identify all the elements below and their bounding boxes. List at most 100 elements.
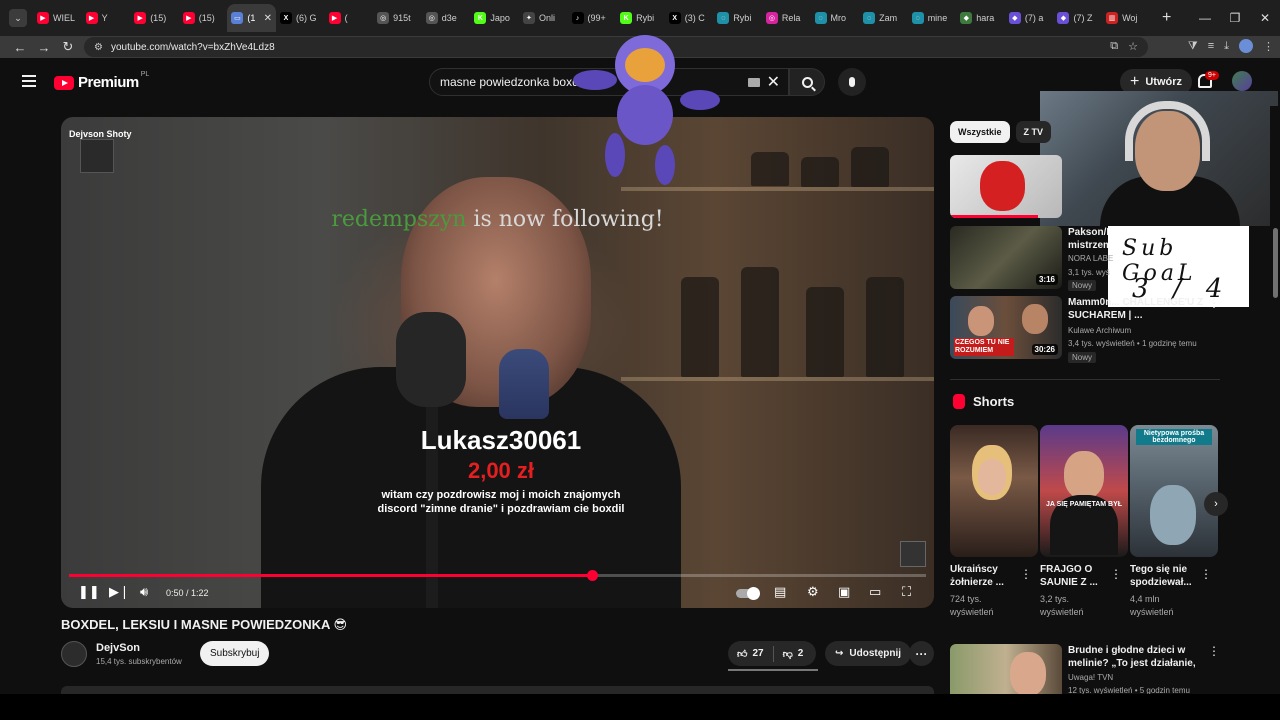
scrollbar-thumb[interactable] — [1273, 228, 1278, 298]
browser-tab[interactable]: ◌ Mro — [811, 4, 860, 32]
extensions-icon[interactable]: ⧩ — [1188, 40, 1198, 53]
short-thumbnail[interactable]: JA SIĘ PAMIĘTAM BYŁ — [1040, 425, 1128, 557]
new-tab-button[interactable]: + — [1157, 9, 1177, 27]
browser-tab[interactable]: ▶ WIEL — [33, 4, 82, 32]
like-button[interactable]: 👍︎ 27 — [728, 641, 773, 666]
follow-alert: redempszyn is now following! — [61, 207, 934, 232]
recommendation-item[interactable] — [950, 155, 1220, 220]
more-actions-button[interactable]: ··· — [909, 641, 934, 666]
more-options-icon[interactable]: ⋮ — [1208, 644, 1220, 658]
video-player[interactable]: Dejvson Shoty redempszyn is now followin… — [61, 117, 934, 608]
browser-tab[interactable]: ◌ Zam — [859, 4, 908, 32]
plus-icon: + — [1130, 73, 1140, 90]
site-info-icon[interactable]: ⚙ — [94, 42, 103, 53]
description-box[interactable] — [61, 686, 934, 694]
settings-gear-icon[interactable]: ⚙ — [807, 584, 819, 600]
miniplayer-icon[interactable]: ▣ — [838, 584, 850, 600]
restore-icon[interactable]: ❐ — [1220, 11, 1250, 25]
video-branding-watermark[interactable] — [900, 541, 926, 567]
background-jar — [751, 152, 789, 186]
browser-tab[interactable]: ◎ Rela — [762, 4, 811, 32]
browser-tab[interactable]: ◆ hara — [956, 4, 1005, 32]
subscribe-button[interactable]: Subskrybuj — [200, 641, 270, 666]
browser-tab[interactable]: ▶ (15) — [130, 4, 179, 32]
recommendation-item[interactable]: CZEGOS TU NIE ROZUMIEM 30:26 Mamm0n... C… — [950, 296, 1220, 363]
close-tab-icon[interactable]: ✕ — [264, 13, 272, 24]
dislike-count: 2 — [797, 648, 804, 659]
video-thumbnail[interactable] — [950, 155, 1062, 218]
video-title: BOXDEL, LEKSIU I MASNE POWIEDZONKA 😎 — [61, 617, 348, 632]
page-scrollbar[interactable] — [1270, 106, 1280, 694]
downloads-icon[interactable]: ⤓ — [1224, 40, 1229, 53]
video-thumbnail[interactable]: 3:16 — [950, 226, 1062, 289]
youtube-logo[interactable]: Premium PL — [54, 71, 149, 91]
short-thumbnail[interactable]: Nietypowa prośba bezdomnego — [1130, 425, 1218, 557]
browser-tab[interactable]: X (6) G — [276, 4, 325, 32]
shorts-next-button[interactable]: › — [1204, 492, 1228, 516]
media-controls-icon[interactable]: ≡ — [1208, 40, 1214, 52]
keyboard-icon[interactable] — [748, 78, 760, 87]
guide-menu-icon[interactable] — [22, 75, 36, 87]
video-thumbnail[interactable]: CZEGOS TU NIE ROZUMIEM 30:26 — [950, 296, 1062, 359]
volume-icon[interactable]: 🔊︎ — [140, 584, 148, 600]
browser-tab[interactable]: ▶ (15) — [179, 4, 228, 32]
cast-icon[interactable]: ⧉ — [1110, 40, 1118, 53]
account-avatar[interactable] — [1232, 71, 1252, 91]
browser-tab[interactable]: ▶ Y — [82, 4, 131, 32]
short-item[interactable]: Nietypowa prośba bezdomnego Tego się nie… — [1130, 425, 1218, 619]
browser-tab[interactable]: ▭ (1 ✕ — [227, 4, 276, 32]
clear-search-icon[interactable]: ✕ — [767, 72, 780, 92]
browser-menu-icon[interactable]: ⋮ — [1263, 40, 1274, 53]
autoplay-toggle[interactable] — [736, 587, 760, 600]
channel-avatar[interactable] — [61, 641, 87, 667]
recommendation-item[interactable]: 3:16 Pakson/D... mistrzem NORA LABE 3,1 … — [950, 226, 1220, 291]
pause-icon[interactable]: ❚❚ — [78, 584, 100, 600]
close-window-icon[interactable]: ✕ — [1250, 11, 1280, 25]
share-button[interactable]: ↪ Udostępnij — [825, 641, 912, 666]
tab-search-button[interactable]: ⌄ — [9, 9, 27, 27]
next-icon[interactable]: ▶❘ — [109, 584, 130, 600]
short-item[interactable]: Ukraińscy żołnierze ... 724 tys. wyświet… — [950, 425, 1038, 619]
url-text: youtube.com/watch?v=bxZhVe4Ldz8 — [110, 41, 275, 53]
progress-bar[interactable] — [69, 570, 926, 581]
back-icon[interactable]: ← — [8, 40, 32, 55]
browser-tab[interactable]: K Japo — [470, 4, 519, 32]
more-options-icon[interactable]: ⋮ — [1110, 567, 1122, 581]
background-jar — [801, 157, 839, 187]
browser-tab[interactable]: ▥ Woj — [1102, 4, 1151, 32]
browser-tab[interactable]: ◎ 915t — [373, 4, 422, 32]
tab-title: Mro — [830, 13, 847, 23]
filter-chip[interactable]: Wszystkie — [950, 121, 1010, 143]
browser-tab[interactable]: ✦ Onli — [519, 4, 568, 32]
dislike-button[interactable]: 👎︎ 2 — [774, 641, 813, 666]
scrubber-handle[interactable] — [586, 570, 598, 581]
more-options-icon[interactable]: ⋮ — [1208, 296, 1220, 310]
voice-search-button[interactable] — [838, 68, 866, 96]
search-button[interactable] — [789, 68, 825, 96]
reload-icon[interactable]: ↻ — [56, 39, 80, 55]
recommendation-item[interactable]: Brudne i głodne dzieci w melinie? „To je… — [950, 644, 1220, 694]
short-item[interactable]: JA SIĘ PAMIĘTAM BYŁ FRAJGO O SAUNIE Z ..… — [1040, 425, 1128, 619]
more-options-icon[interactable]: ⋮ — [1200, 567, 1212, 581]
donation-amount: 2,00 zł — [467, 458, 535, 483]
browser-tab[interactable]: ◆ (7) a — [1005, 4, 1054, 32]
tab-favicon-icon: ◎ — [377, 12, 390, 24]
channel-name[interactable]: DejvSon — [96, 642, 140, 654]
forward-icon[interactable]: → — [32, 40, 56, 55]
fullscreen-icon[interactable]: ⛶ — [902, 584, 911, 600]
bookmark-star-icon[interactable]: ☆ — [1128, 40, 1138, 53]
theater-mode-icon[interactable]: ▭ — [869, 584, 881, 600]
browser-tab[interactable]: ◌ mine — [908, 4, 957, 32]
background-jar — [681, 277, 719, 377]
browser-tab[interactable]: ◆ (7) Z — [1053, 4, 1102, 32]
more-options-icon[interactable]: ⋮ — [1020, 567, 1032, 581]
browser-tab[interactable]: ◎ d3e — [422, 4, 471, 32]
profile-avatar[interactable] — [1239, 39, 1253, 53]
browser-tab[interactable]: ▶( — [325, 4, 374, 32]
short-thumbnail[interactable] — [950, 425, 1038, 557]
subtitles-icon[interactable]: ▤ — [774, 584, 786, 600]
filter-chip[interactable]: Z TV — [1015, 121, 1052, 143]
video-thumbnail[interactable] — [950, 644, 1062, 694]
donation-message: witam czy pozdrowisz moj i moich znajomy… — [377, 489, 625, 515]
minimize-icon[interactable]: — — [1190, 11, 1220, 25]
